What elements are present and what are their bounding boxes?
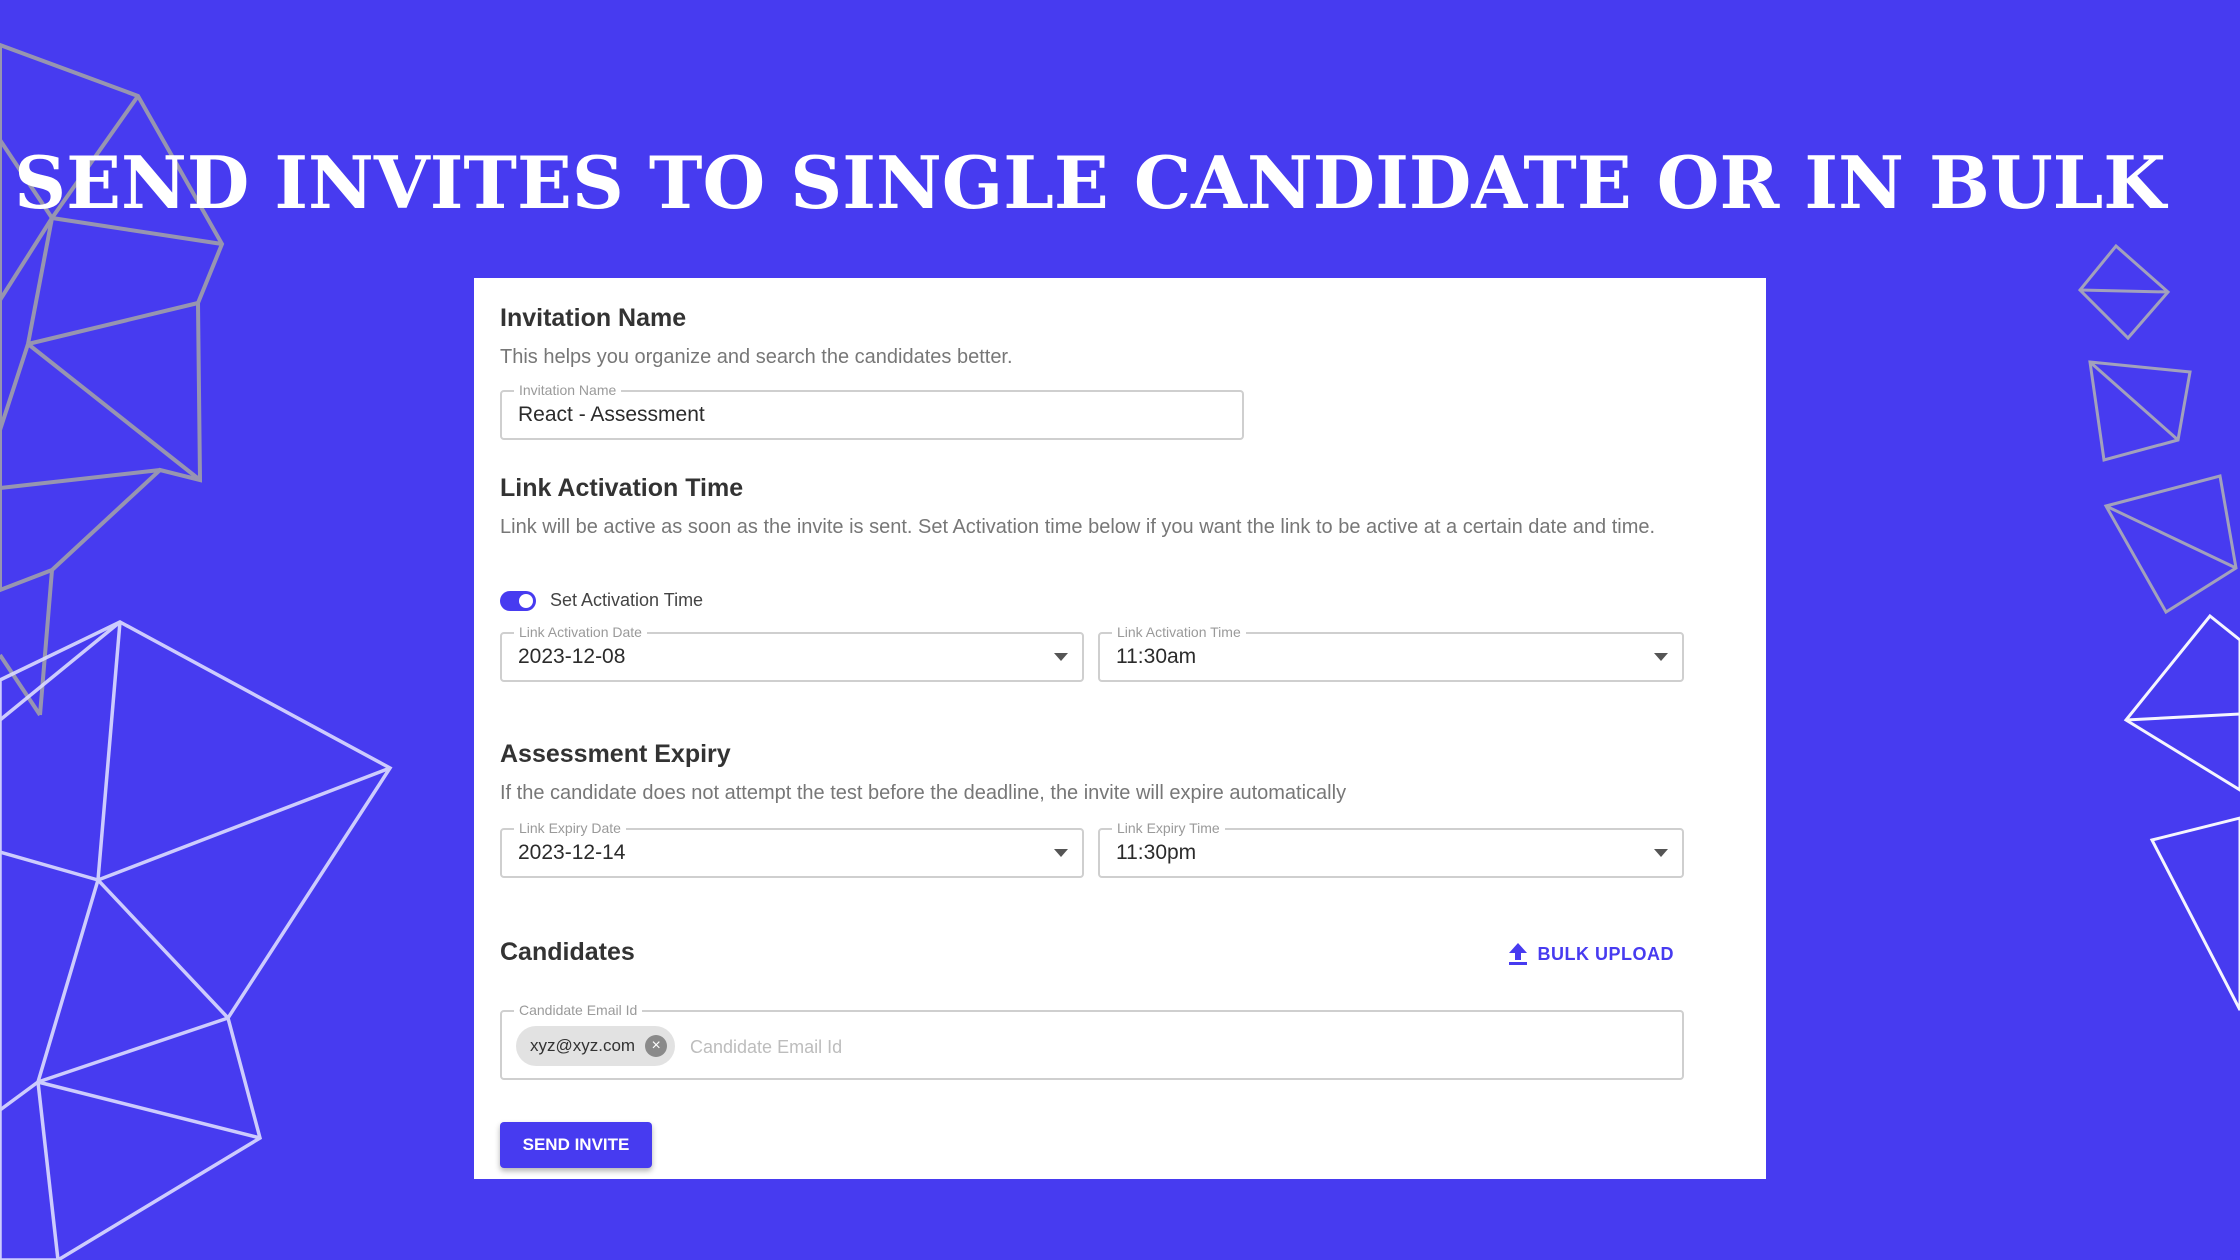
assessment-expiry-description: If the candidate does not attempt the te… [500,782,1347,804]
link-activation-date-select[interactable]: Link Activation Date 2023-12-08 [500,623,1084,682]
upload-icon [1508,943,1527,965]
invitation-name-description: This helps you organize and search the c… [500,346,1013,368]
invitation-name-value[interactable]: React - Assessment [518,392,705,438]
toggle-knob [519,593,533,608]
caret-down-icon[interactable] [1054,849,1068,857]
send-invite-button[interactable]: SEND INVITE [500,1122,652,1168]
bulk-upload-button[interactable]: BULK UPLOAD [1508,942,1675,966]
assessment-expiry-title: Assessment Expiry [500,740,731,768]
activation-toggle-row[interactable]: Set Activation Time [500,590,703,611]
link-activation-time-select[interactable]: Link Activation Time 11:30am [1098,623,1684,682]
candidate-email-input[interactable] [688,1026,1292,1068]
link-expiry-time-value: 11:30pm [1116,841,1197,864]
link-activation-date-value: 2023-12-08 [518,645,626,668]
caret-down-icon[interactable] [1654,849,1668,857]
activation-toggle-label: Set Activation Time [550,590,704,610]
link-expiry-date-select[interactable]: Link Expiry Date 2023-12-14 [500,819,1084,878]
bulk-upload-label: BULK UPLOAD [1537,943,1674,964]
link-activation-time-value: 11:30am [1116,645,1197,668]
email-chip-text: xyz@xyz.com [530,1036,636,1055]
candidate-email-field[interactable]: Candidate Email Id xyz@xyz.com × [500,1001,1684,1080]
email-chip: xyz@xyz.com × [516,1026,676,1066]
caret-down-icon[interactable] [1654,653,1668,661]
close-circle-icon[interactable]: × [645,1035,668,1057]
candidate-email-field-label: Candidate Email Id [514,1001,643,1019]
caret-down-icon[interactable] [1054,653,1068,661]
candidates-title: Candidates [500,938,635,966]
activation-toggle-switch[interactable] [500,590,536,611]
invitation-name-title: Invitation Name [500,304,687,332]
page-headline: SEND INVITES TO SINGLE CANDIDATE OR IN B… [14,140,2166,225]
link-expiry-date-value: 2023-12-14 [518,841,626,864]
link-activation-title: Link Activation Time [500,474,744,502]
invite-form-card: Invitation Name This helps you organize … [474,278,1766,1179]
invitation-name-field[interactable]: Invitation Name React - Assessment [500,381,1244,440]
link-activation-description: Link will be active as soon as the invit… [500,516,1656,538]
link-expiry-time-select[interactable]: Link Expiry Time 11:30pm [1098,819,1684,878]
